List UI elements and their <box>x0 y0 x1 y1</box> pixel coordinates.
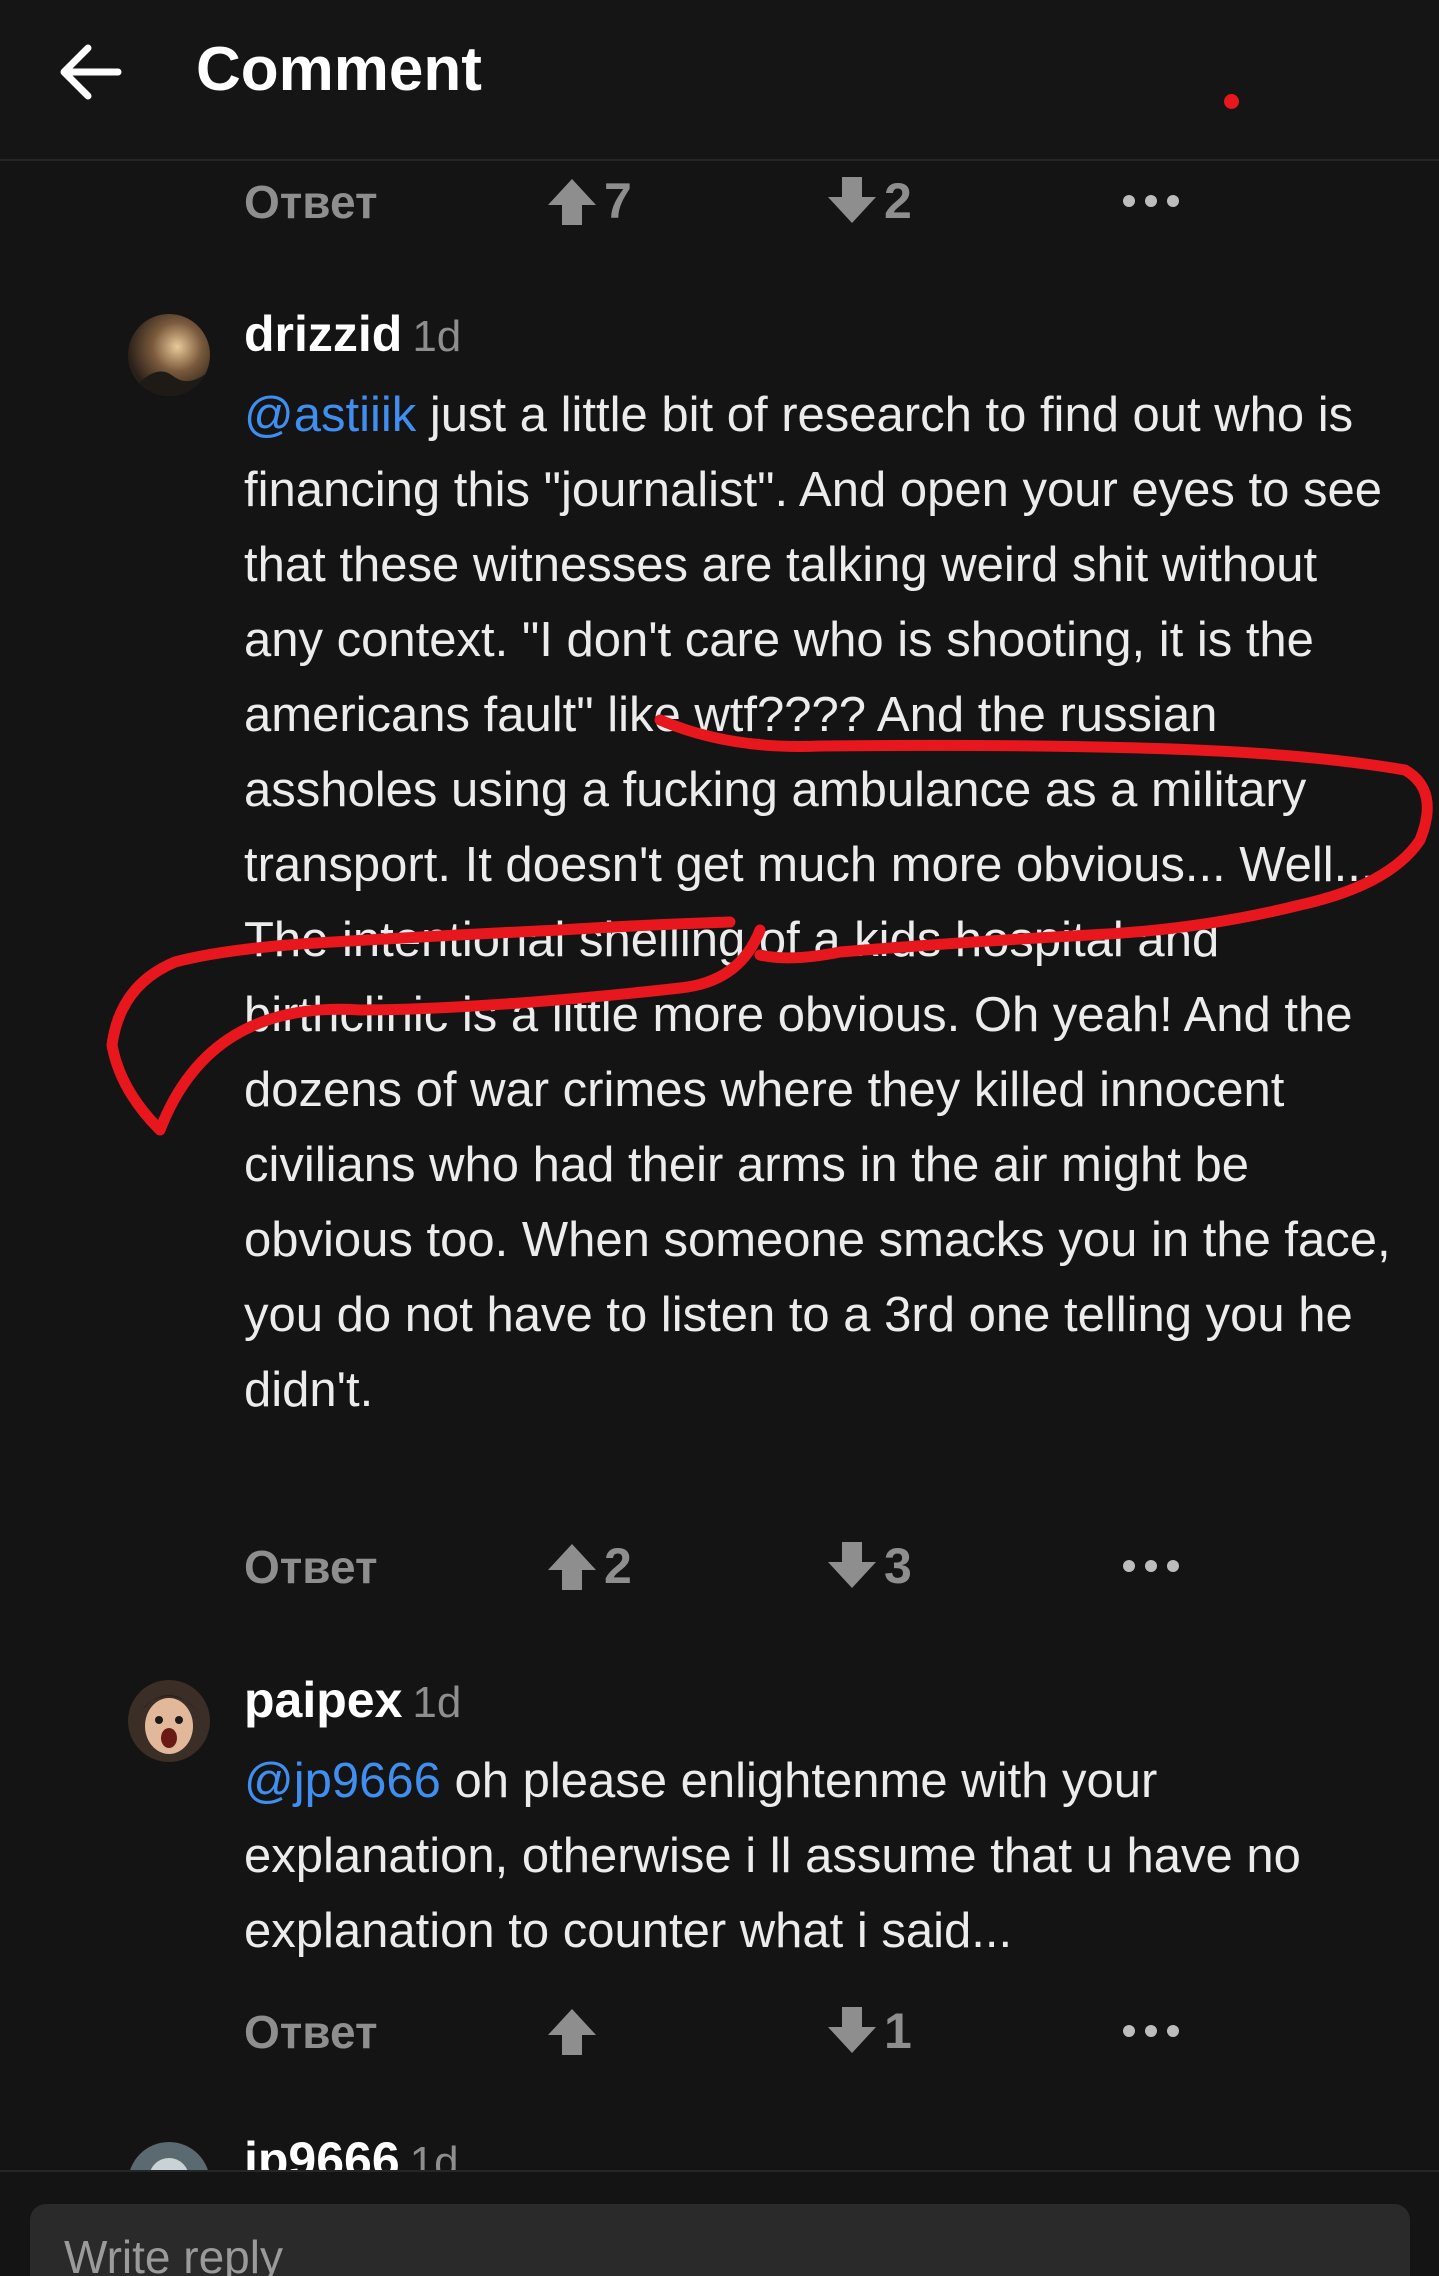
avatar[interactable] <box>128 1680 210 1762</box>
arrow-up-icon <box>548 179 596 225</box>
upvote-count: 7 <box>604 173 632 229</box>
more-options-button[interactable] <box>1106 1536 1196 1596</box>
upvote-button[interactable]: 2 <box>544 1536 632 1596</box>
upvote-button[interactable]: 7 <box>544 171 632 231</box>
arrow-down-icon <box>828 177 876 223</box>
reply-button[interactable]: Ответ <box>244 2005 378 2059</box>
top-app-bar: Comment <box>0 0 1439 161</box>
downvote-count: 3 <box>884 1538 912 1594</box>
arrow-down-icon <box>828 2007 876 2053</box>
mention-link[interactable]: @astiiik <box>244 388 416 442</box>
comment-body: @jp9666 oh please enlightenme with your … <box>244 1744 1394 1969</box>
more-options-button[interactable] <box>1106 171 1196 231</box>
reply-composer: Write reply <box>0 2170 1439 2276</box>
downvote-button[interactable]: 3 <box>824 1536 912 1596</box>
upvote-count: 2 <box>604 1538 632 1594</box>
avatar[interactable] <box>128 314 210 396</box>
reply-button[interactable]: Ответ <box>244 175 378 229</box>
more-dots-icon <box>1123 195 1179 207</box>
comment-text: just a little bit of research to find ou… <box>244 388 1391 1417</box>
more-options-button[interactable] <box>1106 2001 1196 2061</box>
arrow-up-icon <box>548 2009 596 2055</box>
comment-body: @astiiik just a little bit of research t… <box>244 378 1394 1428</box>
downvote-count: 1 <box>884 2003 912 2059</box>
mention-link[interactable]: @jp9666 <box>244 1754 441 1808</box>
comment-actions: Ответ 2 3 <box>244 1530 1244 1600</box>
reply-button[interactable]: Ответ <box>244 1540 378 1594</box>
comment-actions: Ответ 7 2 <box>244 165 1244 235</box>
comment-actions: Ответ 1 <box>244 1995 1244 2065</box>
comment-meta: drizzid 1d <box>244 304 461 377</box>
page-title: Comment <box>196 35 482 104</box>
recording-indicator <box>1224 94 1239 109</box>
arrow-up-icon <box>548 1544 596 1590</box>
upvote-button[interactable] <box>544 2001 604 2061</box>
downvote-count: 2 <box>884 173 912 229</box>
timestamp: 1d <box>412 312 462 361</box>
more-dots-icon <box>1123 2025 1179 2037</box>
back-button[interactable] <box>50 32 130 112</box>
timestamp: 1d <box>412 1678 462 1727</box>
reply-input[interactable]: Write reply <box>30 2204 1410 2276</box>
username[interactable]: paipex <box>244 1672 402 1728</box>
downvote-button[interactable]: 1 <box>824 2001 912 2061</box>
arrow-left-icon <box>60 44 122 100</box>
downvote-button[interactable]: 2 <box>824 171 912 231</box>
comment-meta: paipex 1d <box>244 1670 461 1743</box>
arrow-down-icon <box>828 1542 876 1588</box>
username[interactable]: drizzid <box>244 306 402 362</box>
more-dots-icon <box>1123 1560 1179 1572</box>
